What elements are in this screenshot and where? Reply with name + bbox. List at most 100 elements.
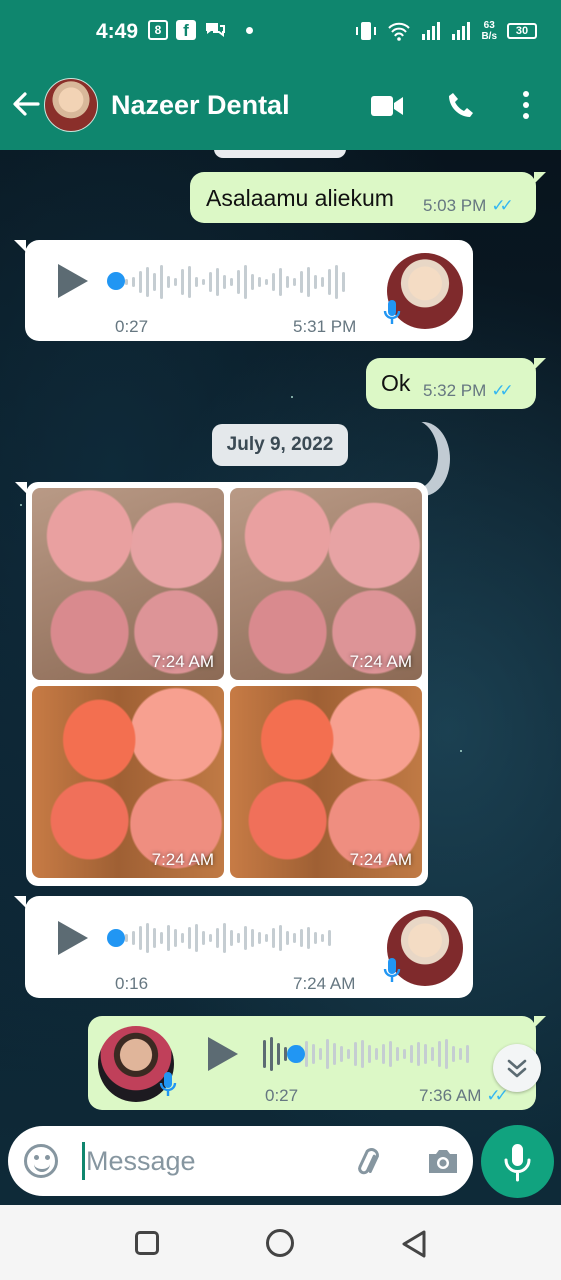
image-thumbnail[interactable]: 7:24 AM [32,488,224,680]
back-arrow-icon[interactable] [10,88,42,120]
waveform-bar [202,931,205,945]
waveform-bar [132,931,135,945]
waveform-bar [167,925,170,951]
video-call-icon[interactable] [370,94,404,118]
voice-progress-knob[interactable] [107,272,125,290]
play-icon[interactable] [208,1037,238,1071]
camera-icon[interactable] [426,1146,460,1176]
more-notifications-dot [246,26,253,34]
waveform-bar [265,279,268,285]
waveform-bar [160,932,163,944]
waveform-bar [181,269,184,295]
status-bar: 4:49 8 f 63 B/s 30 [0,0,561,62]
image-album[interactable]: 7:24 AM 7:24 AM 7:24 AM 7:24 AM [26,482,428,886]
voice-progress-knob[interactable] [287,1045,305,1063]
waveform-bar [153,928,156,948]
voice-duration: 0:16 [115,974,149,993]
message-input[interactable] [86,1138,336,1184]
waveform-bar [293,278,296,286]
waveform-bar [146,267,149,297]
waveform-bar [188,266,191,298]
more-vert-icon[interactable] [520,90,532,120]
waveform-bar [333,1043,336,1065]
waveform-bar [237,270,240,294]
network-speed: 63 B/s [481,20,497,42]
waveform-bar [174,929,177,947]
contact-avatar[interactable] [44,78,98,132]
waveform-bar [230,930,233,946]
bubble-tail [14,896,26,908]
message-time: 5:31 PM [293,317,357,336]
waveform-bar [237,933,240,943]
play-icon[interactable] [58,264,88,298]
contact-name[interactable]: Nazeer Dental [111,90,290,121]
waveform-bar [270,1037,273,1071]
read-ticks-icon: ✓✓ [491,381,513,400]
voice-record-button[interactable] [481,1125,554,1198]
waveform-bar [342,272,345,292]
voice-message-incoming[interactable]: 0:16 7:24 AM [25,896,473,998]
emoji-icon[interactable] [24,1144,58,1178]
app-notification-icon: 8 [148,20,168,40]
waveform-bar [438,1041,441,1067]
text-caret [82,1142,85,1180]
chat-area[interactable]: Asalaamu aliekum 5:03 PM ✓✓ 0:27 5:31 PM… [0,150,561,1205]
waveform-bar [403,1049,406,1059]
waveform-bar [314,932,317,944]
notification-icons: 8 f [148,20,253,40]
waveform-bar [293,933,296,943]
wallpaper-star [460,750,462,752]
waveform-bar [396,1047,399,1061]
waveform-bar [202,279,205,285]
waveform-bar [125,934,128,942]
voice-waveform[interactable] [125,262,345,302]
image-thumbnail[interactable]: 7:24 AM [230,686,422,878]
waveform-bar [188,927,191,949]
waveform-bar [307,927,310,949]
waveform-bar [361,1040,364,1068]
waveform-bar [382,1044,385,1064]
waveform-bar [272,928,275,948]
image-time: 7:24 AM [349,850,412,869]
waveform-bar [321,934,324,942]
waveform-bar [424,1044,427,1064]
attach-icon[interactable] [352,1144,388,1180]
waveform-bar [216,928,219,948]
voice-duration: 0:27 [265,1086,299,1105]
waveform-bar [258,277,261,287]
waveform-bar [300,271,303,293]
waveform-bar [307,267,310,297]
waveform-bar [314,275,317,289]
image-thumbnail[interactable]: 7:24 AM [32,686,224,878]
home-button[interactable] [266,1229,294,1257]
waveform-bar [223,275,226,289]
waveform-bar [146,923,149,953]
voice-message-incoming[interactable]: 0:27 5:31 PM [25,240,473,341]
waveform-bar [459,1048,462,1060]
waveform-bar [328,930,331,946]
waveform-bar [272,273,275,291]
waveform-bar [319,1048,322,1060]
waveform-bar [132,277,135,287]
waveform-bar [263,1040,266,1068]
waveform-bar [410,1045,413,1063]
waveform-bar [347,1049,350,1059]
nav-back-icon[interactable] [400,1229,428,1259]
image-thumbnail[interactable]: 7:24 AM [230,488,422,680]
message-bubble-outgoing[interactable]: Asalaamu aliekum 5:03 PM ✓✓ [190,172,536,223]
voice-message-outgoing[interactable]: 0:27 7:36 AM ✓✓ [88,1016,536,1110]
status-time: 4:49 [96,20,139,43]
image-time: 7:24 AM [151,850,214,869]
phone-call-icon[interactable] [446,90,476,120]
scroll-to-bottom-button[interactable] [493,1044,541,1092]
play-icon[interactable] [58,921,88,955]
double-chevron-down-icon [507,1059,527,1078]
message-time: 5:03 PM [423,196,487,215]
wallpaper-star [291,396,293,398]
waveform-bar [125,279,128,285]
voice-progress-knob[interactable] [107,929,125,947]
recent-apps-button[interactable] [135,1231,159,1255]
voice-waveform[interactable] [125,918,331,958]
waveform-bar [312,1044,315,1064]
message-bubble-outgoing[interactable]: Ok 5:32 PM ✓✓ [366,358,536,409]
